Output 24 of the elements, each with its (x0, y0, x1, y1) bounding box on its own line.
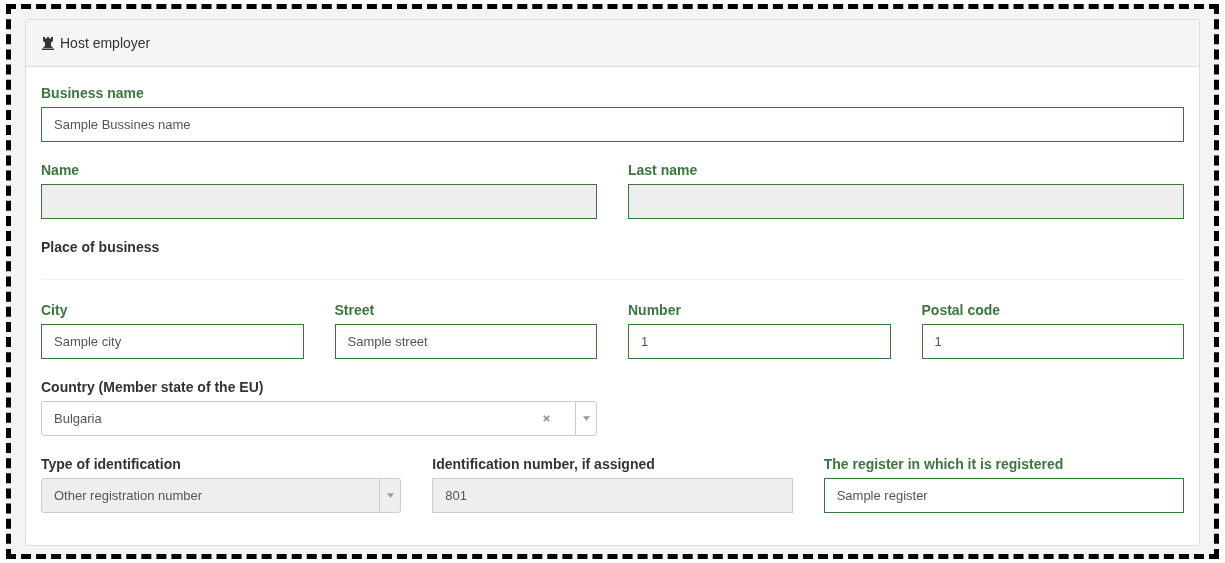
field-label: Street (334, 302, 375, 318)
field-label: City (41, 302, 68, 318)
input-field[interactable]: Sample Bussines name (41, 107, 1184, 142)
input-field[interactable]: Sample street (334, 324, 597, 359)
field-label: Last name (628, 162, 698, 178)
section-heading: Place of business (41, 239, 161, 255)
field-label: Name (41, 162, 80, 178)
input-field[interactable]: 1 (921, 324, 1184, 359)
field-label: Type of identification (41, 456, 181, 472)
caret-icon (386, 493, 394, 498)
input-field[interactable]: Sample register (823, 478, 1184, 513)
input-field[interactable]: 1 (628, 324, 891, 359)
panel-title: Host employer (60, 35, 151, 51)
field-label: Identification number, if assigned (432, 456, 655, 472)
clear-icon[interactable] (542, 414, 551, 423)
field-label: Country (Member state of the EU) (41, 379, 264, 395)
input-field[interactable]: Sample city (41, 324, 304, 359)
caret-icon (582, 416, 590, 421)
rook-icon (41, 36, 55, 50)
field-label: Number (628, 302, 681, 318)
field-label: The register in which it is registered (823, 456, 1064, 472)
field-label: Postal code (921, 302, 1001, 318)
select-field[interactable]: Bulgaria (41, 401, 597, 436)
field-label: Business name (41, 85, 144, 101)
